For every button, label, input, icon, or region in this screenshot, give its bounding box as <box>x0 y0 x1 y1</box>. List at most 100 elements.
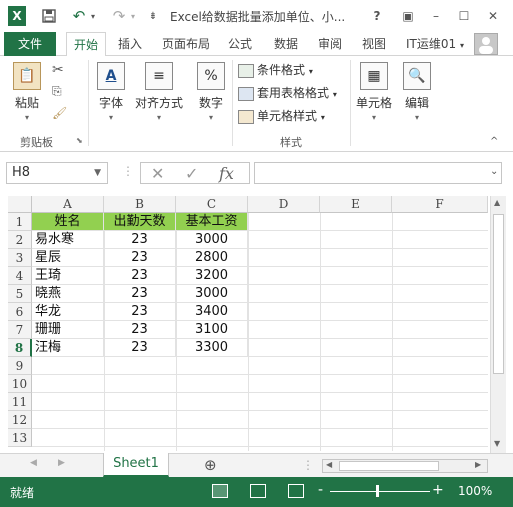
scroll-down-icon[interactable]: ▼ <box>494 439 500 448</box>
column-header-e[interactable]: E <box>320 196 392 213</box>
prev-sheet-icon[interactable]: ◀ <box>30 458 37 468</box>
select-all-corner[interactable] <box>8 196 32 213</box>
copy-icon[interactable]: ⎘ <box>52 84 62 99</box>
header-cell-days[interactable]: 出勤天数 <box>104 213 176 231</box>
row-header[interactable]: 10 <box>8 375 32 393</box>
row-header[interactable]: 6 <box>8 303 32 321</box>
tab-split-grip-icon[interactable]: ⋮ <box>302 458 314 472</box>
row-header[interactable]: 13 <box>8 429 32 447</box>
undo-dropdown-icon[interactable]: ▾ <box>88 6 98 26</box>
table-cell[interactable]: 晓燕 <box>32 285 104 303</box>
table-cell[interactable]: 星辰 <box>32 249 104 267</box>
zoom-in-button[interactable]: + <box>432 482 444 498</box>
column-header-d[interactable]: D <box>248 196 320 213</box>
editing-button[interactable]: 🔍 编辑 ▾ <box>400 62 434 122</box>
undo-icon[interactable]: ↶ <box>70 6 88 26</box>
alignment-button[interactable]: ≡ 对齐方式 ▾ <box>134 62 184 122</box>
tab-page-layout[interactable]: 页面布局 <box>156 32 216 56</box>
close-button[interactable]: ✕ <box>485 6 501 26</box>
table-cell[interactable]: 汪梅 <box>32 339 104 357</box>
worksheet-grid[interactable]: A B C D E F 1 2 3 4 5 6 7 8 9 10 11 12 1… <box>8 196 488 451</box>
column-header-f[interactable]: F <box>392 196 488 213</box>
expand-formula-bar-icon[interactable]: ⌄ <box>490 166 498 177</box>
row-header[interactable]: 1 <box>8 213 32 231</box>
tab-home[interactable]: 开始 <box>66 32 106 57</box>
tab-file[interactable]: 文件 <box>4 32 56 56</box>
column-header-b[interactable]: B <box>104 196 176 213</box>
redo-dropdown-icon[interactable]: ▾ <box>128 6 138 26</box>
scroll-up-icon[interactable]: ▲ <box>494 198 500 207</box>
table-cell[interactable]: 23 <box>104 339 176 357</box>
sheet-tab-sheet1[interactable]: Sheet1 <box>103 453 169 477</box>
table-cell[interactable]: 3400 <box>176 303 248 321</box>
table-cell[interactable]: 23 <box>104 231 176 249</box>
formula-input[interactable] <box>254 162 502 184</box>
tab-review[interactable]: 审阅 <box>312 32 348 56</box>
column-header-a[interactable]: A <box>32 196 104 213</box>
row-header[interactable]: 3 <box>8 249 32 267</box>
avatar[interactable] <box>474 33 498 55</box>
row-header[interactable]: 9 <box>8 357 32 375</box>
insert-function-icon[interactable]: fx <box>219 164 234 183</box>
vertical-scrollbar[interactable]: ▲ ▼ <box>490 196 506 453</box>
vertical-scroll-thumb[interactable] <box>493 214 504 374</box>
customize-qat-icon[interactable]: ⇟ <box>146 6 160 26</box>
help-button[interactable]: ? <box>370 6 384 26</box>
row-header[interactable]: 2 <box>8 231 32 249</box>
table-cell[interactable]: 23 <box>104 285 176 303</box>
zoom-out-button[interactable]: - <box>318 482 323 498</box>
normal-view-icon[interactable] <box>212 484 228 498</box>
redo-icon[interactable]: ↷ <box>110 6 128 26</box>
row-header[interactable]: 7 <box>8 321 32 339</box>
table-cell[interactable]: 2800 <box>176 249 248 267</box>
row-header[interactable]: 11 <box>8 393 32 411</box>
table-cell[interactable]: 23 <box>104 249 176 267</box>
table-cell[interactable]: 易水寒 <box>32 231 104 249</box>
page-layout-view-icon[interactable] <box>250 484 266 498</box>
tab-data[interactable]: 数据 <box>268 32 304 56</box>
table-cell[interactable]: 珊珊 <box>32 321 104 339</box>
row-header-selected[interactable]: 8 <box>8 339 32 357</box>
table-cell[interactable]: 3300 <box>176 339 248 357</box>
maximize-button[interactable]: ☐ <box>456 6 472 26</box>
zoom-slider-thumb[interactable] <box>376 485 379 497</box>
collapse-ribbon-icon[interactable]: ^ <box>490 136 498 147</box>
next-sheet-icon[interactable]: ▶ <box>58 458 65 468</box>
font-button[interactable]: A 字体 ▾ <box>94 62 128 122</box>
table-cell[interactable]: 23 <box>104 321 176 339</box>
row-header[interactable]: 12 <box>8 411 32 429</box>
zoom-level[interactable]: 100% <box>458 484 492 498</box>
dialog-launcher-icon[interactable]: ⬊ <box>76 136 83 145</box>
tab-formulas[interactable]: 公式 <box>222 32 258 56</box>
number-button[interactable]: % 数字 ▾ <box>194 62 228 122</box>
table-cell[interactable]: 3100 <box>176 321 248 339</box>
cut-icon[interactable]: ✂ <box>52 62 64 78</box>
table-cell[interactable]: 华龙 <box>32 303 104 321</box>
scroll-right-icon[interactable]: ▶ <box>475 460 481 469</box>
row-header[interactable]: 5 <box>8 285 32 303</box>
table-cell[interactable]: 3000 <box>176 285 248 303</box>
tab-insert[interactable]: 插入 <box>112 32 148 56</box>
format-as-table-button[interactable]: 套用表格格式 ▾ <box>238 83 337 103</box>
table-cell[interactable]: 王琦 <box>32 267 104 285</box>
ribbon-display-button[interactable]: ▣ <box>400 6 416 26</box>
header-cell-name[interactable]: 姓名 <box>32 213 104 231</box>
cancel-icon[interactable]: ✕ <box>151 164 164 183</box>
save-icon[interactable] <box>40 6 58 26</box>
account-name[interactable]: IT运维01 ▾ <box>402 32 468 56</box>
row-header[interactable]: 4 <box>8 267 32 285</box>
tab-view[interactable]: 视图 <box>356 32 392 56</box>
horizontal-scrollbar[interactable]: ◀ ▶ <box>322 459 488 473</box>
add-sheet-icon[interactable]: ⊕ <box>204 456 217 474</box>
zoom-slider-track[interactable] <box>330 491 430 492</box>
table-cell[interactable]: 3200 <box>176 267 248 285</box>
page-break-view-icon[interactable] <box>288 484 304 498</box>
cells-button[interactable]: ▦ 单元格 ▾ <box>354 62 394 122</box>
name-box[interactable]: H8 ▼ <box>6 162 108 184</box>
scroll-left-icon[interactable]: ◀ <box>326 460 332 469</box>
table-cell[interactable]: 23 <box>104 267 176 285</box>
header-cell-salary[interactable]: 基本工资 <box>176 213 248 231</box>
cell-styles-button[interactable]: 单元格样式 ▾ <box>238 106 325 126</box>
table-cell[interactable]: 3000 <box>176 231 248 249</box>
paste-button[interactable]: 📋 粘贴 ▾ <box>10 62 44 122</box>
